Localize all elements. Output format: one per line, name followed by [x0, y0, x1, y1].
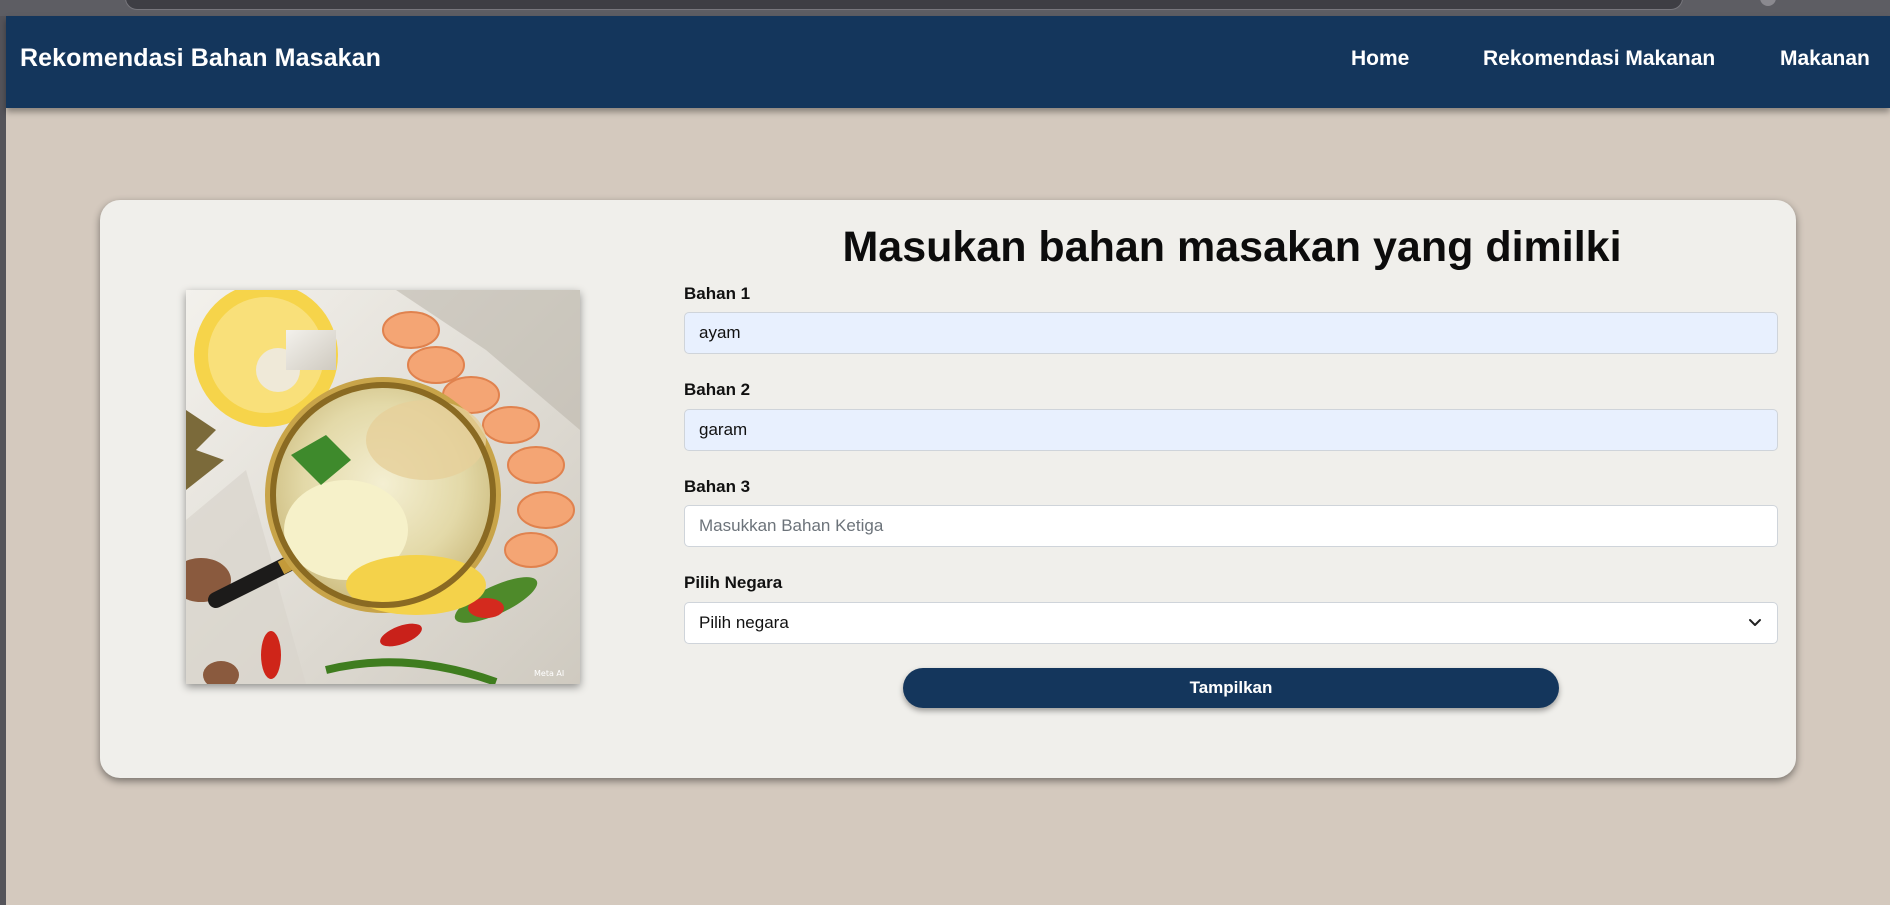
negara-label: Pilih Negara [684, 573, 783, 592]
browser-chrome-strip [0, 0, 1890, 16]
negara-select[interactable]: Pilih negara [684, 602, 1778, 644]
food-image: Meta AI [186, 290, 580, 684]
browser-address-bar[interactable] [125, 0, 1683, 10]
bahan1-label: Bahan 1 [684, 284, 751, 303]
page: Rekomendasi Bahan Masakan Home Rekomenda… [6, 16, 1890, 905]
image-watermark: Meta AI [534, 669, 564, 678]
navbar: Rekomendasi Bahan Masakan Home Rekomenda… [6, 16, 1890, 108]
nav-link-makanan[interactable]: Makanan [1780, 47, 1870, 71]
bahan1-input[interactable] [684, 312, 1778, 354]
bahan3-input[interactable] [684, 505, 1778, 547]
browser-profile-icon[interactable] [1760, 0, 1776, 6]
chevron-down-icon [1749, 619, 1761, 626]
bahan3-label: Bahan 3 [684, 477, 751, 496]
form-area: Masukan bahan masakan yang dimilki Bahan… [684, 220, 1780, 708]
food-illustration: Meta AI [186, 290, 580, 684]
tampilkan-button[interactable]: Tampilkan [903, 668, 1559, 708]
nav-link-rekomendasi-makanan[interactable]: Rekomendasi Makanan [1483, 47, 1715, 71]
form-title: Masukan bahan masakan yang dimilki [842, 223, 1622, 271]
bahan2-label: Bahan 2 [684, 380, 751, 399]
bahan2-input[interactable] [684, 409, 1778, 451]
form-card: Meta AI Masukan bahan masakan yang dimil… [100, 200, 1796, 778]
negara-selected-value: Pilih negara [699, 613, 789, 632]
nav-link-home[interactable]: Home [1351, 47, 1409, 71]
brand-title[interactable]: Rekomendasi Bahan Masakan [20, 44, 381, 73]
